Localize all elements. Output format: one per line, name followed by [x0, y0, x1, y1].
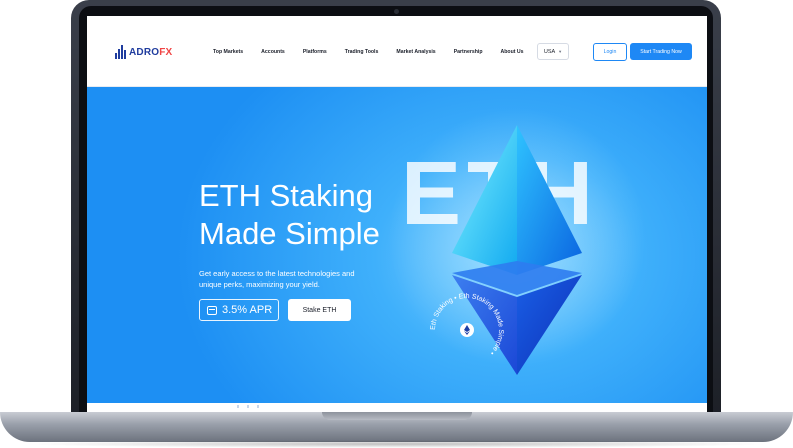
hero-subtitle: Get early access to the latest technolog…: [199, 269, 355, 289]
login-button[interactable]: Login: [593, 43, 627, 61]
hero-title-line1: ETH Staking: [199, 178, 374, 213]
hero-title-line2: Made Simple: [199, 216, 380, 251]
scroll-indicator: [237, 405, 259, 408]
hero-section: ETH: [87, 87, 707, 412]
brand-name: ADROFX: [129, 46, 173, 58]
staking-ring-badge: Eth Staking • Eth Staking Made Simple •: [430, 293, 504, 356]
stake-eth-button[interactable]: Stake ETH: [288, 299, 351, 321]
nav-platforms[interactable]: Platforms: [303, 49, 327, 55]
nav-top-markets[interactable]: Top Markets: [213, 49, 243, 55]
laptop-notch: [322, 412, 472, 420]
language-value: USA: [543, 48, 556, 55]
nav-partnership[interactable]: Partnership: [454, 49, 483, 55]
chevron-down-icon: ▼: [558, 49, 563, 54]
camera-icon: [394, 9, 399, 14]
apr-badge: 3.5% APR: [199, 299, 279, 321]
language-select[interactable]: USA ▼: [537, 43, 569, 60]
start-trading-button[interactable]: Start Trading Now: [630, 43, 692, 60]
site-header: ADROFX Top Markets Accounts Platforms Tr…: [87, 16, 707, 87]
laptop-shadow: [20, 440, 773, 448]
hero-bottom-strip: [87, 403, 707, 412]
nav-accounts[interactable]: Accounts: [261, 49, 285, 55]
logo-bars-icon: [115, 45, 126, 59]
calendar-icon: [207, 305, 217, 315]
nav-market-analysis[interactable]: Market Analysis: [396, 49, 435, 55]
main-nav: Top Markets Accounts Platforms Trading T…: [213, 49, 524, 55]
laptop-screen: ADROFX Top Markets Accounts Platforms Tr…: [87, 16, 707, 412]
nav-trading-tools[interactable]: Trading Tools: [345, 49, 379, 55]
apr-value: 3.5% APR: [222, 304, 273, 316]
nav-about-us[interactable]: About Us: [501, 49, 524, 55]
brand-logo[interactable]: ADROFX: [115, 45, 172, 59]
hero-title: ETH Staking Made Simple: [199, 177, 419, 253]
